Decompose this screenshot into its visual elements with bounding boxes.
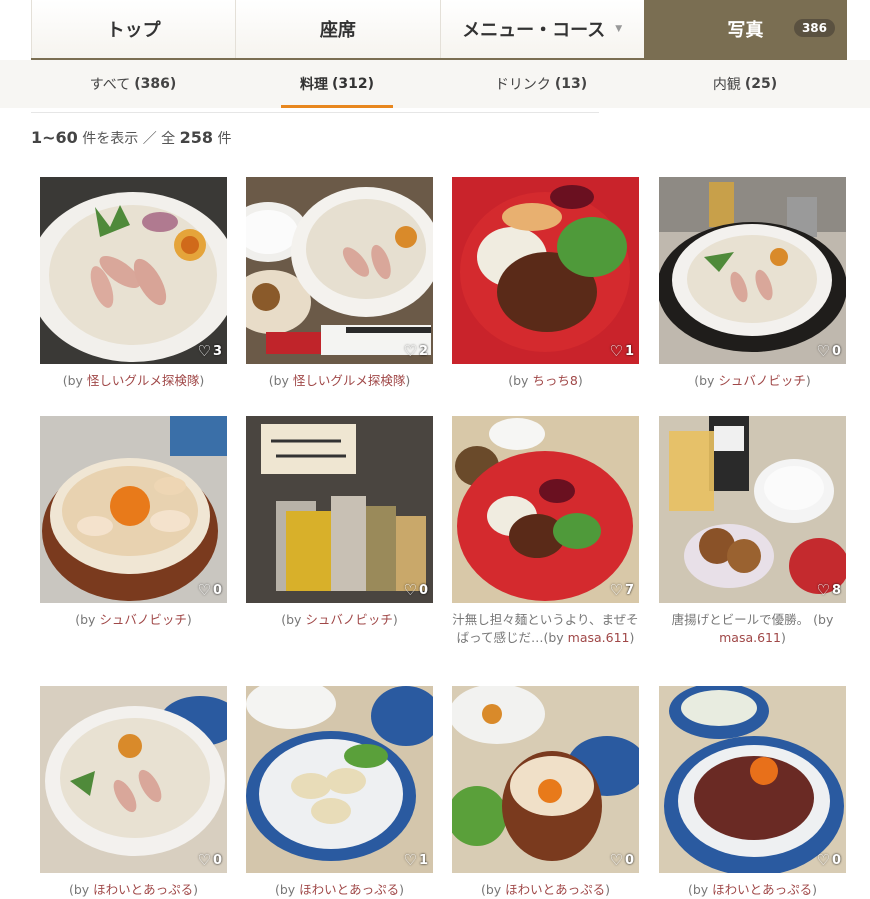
photo-caption: (by ちっち8) xyxy=(508,373,583,388)
subtab-drink[interactable]: ドリンク (13) xyxy=(439,60,643,108)
like-indicator: ♡ 0 xyxy=(197,581,223,599)
subtab-food[interactable]: 料理 (312) xyxy=(235,60,439,108)
tab-seats[interactable]: 座席 xyxy=(235,0,440,58)
photo-thumbnail[interactable]: ♡ 3 xyxy=(40,177,227,364)
author-link[interactable]: masa.611 xyxy=(719,630,781,645)
photo-caption: (by ほわいとあっぷる) xyxy=(68,882,199,897)
like-indicator: ♡ 0 xyxy=(816,342,842,360)
tab-top[interactable]: トップ xyxy=(31,0,236,58)
main-tabs: トップ 座席 メニュー・コース ▼ 写真 386 xyxy=(31,0,847,60)
chicken-rice-bowl-photo xyxy=(452,686,639,873)
mazesoba-photo xyxy=(452,416,639,603)
author-link[interactable]: ほわいとあっぷる xyxy=(299,882,399,897)
tab-menu-course[interactable]: メニュー・コース ▼ xyxy=(439,0,644,58)
photo-item: ♡ 1 (by ほわいとあっぷる) xyxy=(246,686,433,899)
photo-item: ♡ 7 汁無し担々麺というより、まぜそばって感じだ…(by masa.611) xyxy=(452,416,639,647)
like-indicator: ♡ 8 xyxy=(816,581,842,599)
photo-thumbnail[interactable]: ♡ 0 xyxy=(659,686,846,873)
heart-icon: ♡ xyxy=(403,851,417,869)
photo-caption: (by ほわいとあっぷる) xyxy=(274,882,405,897)
photo-caption: 汁無し担々麺というより、まぜそばって感じだ…(by masa.611) xyxy=(452,612,639,645)
photo-caption: (by シュバノビッチ) xyxy=(694,373,811,388)
karaage-beer-photo xyxy=(659,416,846,603)
heart-icon: ♡ xyxy=(197,581,211,599)
result-summary: 1~60 件を表示 ／ 全 258 件 xyxy=(31,128,232,147)
heart-icon: ♡ xyxy=(403,581,417,599)
author-link[interactable]: 怪しいグルメ探検隊 xyxy=(87,373,200,388)
author-link[interactable]: masa.611 xyxy=(568,630,630,645)
photo-item: ♡ 3 (by 怪しいグルメ探検隊) xyxy=(40,177,227,390)
photo-caption: (by シュバノビッチ) xyxy=(75,612,192,627)
photo-caption: (by 怪しいグルメ探検隊) xyxy=(268,373,411,388)
photo-thumbnail[interactable]: ♡ 0 xyxy=(659,177,846,364)
photo-item: ♡ 0 (by ほわいとあっぷる) xyxy=(40,686,227,899)
heart-icon: ♡ xyxy=(816,342,830,360)
like-indicator: ♡ 7 xyxy=(609,581,635,599)
photo-count-badge: 386 xyxy=(793,19,835,37)
like-indicator: ♡ 2 xyxy=(403,342,429,360)
ramen-photo xyxy=(40,177,227,364)
photo-item: ♡ 0 (by シュバノビッチ) xyxy=(659,177,846,390)
like-indicator: ♡ 1 xyxy=(609,342,635,360)
like-indicator: ♡ 3 xyxy=(197,342,223,360)
author-link[interactable]: ほわいとあっぷる xyxy=(712,882,812,897)
photo-thumbnail[interactable]: ♡ 1 xyxy=(246,686,433,873)
like-indicator: ♡ 0 xyxy=(816,851,842,869)
photo-thumbnail[interactable]: ♡ 7 xyxy=(452,416,639,603)
photo-item: ♡ 0 (by ほわいとあっぷる) xyxy=(659,686,846,899)
photo-thumbnail[interactable]: ♡ 0 xyxy=(452,686,639,873)
caret-down-icon: ▼ xyxy=(615,24,623,34)
heart-icon: ♡ xyxy=(609,851,623,869)
gyoza-photo xyxy=(246,686,433,873)
photo-thumbnail[interactable]: ♡ 1 xyxy=(452,177,639,364)
photo-item: ♡ 8 唐揚げとビールで優勝。 (by masa.611) xyxy=(659,416,846,647)
tab-photos[interactable]: 写真 386 xyxy=(643,0,847,58)
ramen-counter-photo xyxy=(659,177,846,364)
photo-thumbnail[interactable]: ♡ 0 xyxy=(40,416,227,603)
like-indicator: ♡ 0 xyxy=(197,851,223,869)
photo-item: ♡ 0 (by シュバノビッチ) xyxy=(246,416,433,629)
ramen-photo-2 xyxy=(40,686,227,873)
photo-caption: (by シュバノビッチ) xyxy=(281,612,398,627)
photo-caption: (by ほわいとあっぷる) xyxy=(480,882,611,897)
like-indicator: ♡ 0 xyxy=(609,851,635,869)
heart-icon: ♡ xyxy=(609,581,623,599)
divider xyxy=(31,112,599,113)
heart-icon: ♡ xyxy=(197,342,211,360)
ramen-set-photo xyxy=(246,177,433,364)
heart-icon: ♡ xyxy=(816,581,830,599)
author-link[interactable]: シュバノビッチ xyxy=(305,612,393,627)
photo-item: ♡ 0 (by シュバノビッチ) xyxy=(40,416,227,629)
photo-caption: (by ほわいとあっぷる) xyxy=(687,882,818,897)
photo-category-tabs: すべて (386) 料理 (312) ドリンク (13) 内観 (25) xyxy=(31,60,847,108)
author-link[interactable]: シュバノビッチ xyxy=(99,612,187,627)
beef-bowl-photo xyxy=(659,686,846,873)
rice-bowl-photo xyxy=(40,416,227,603)
photo-item: ♡ 0 (by ほわいとあっぷる) xyxy=(452,686,639,899)
author-link[interactable]: 怪しいグルメ探検隊 xyxy=(293,373,406,388)
tantanmen-photo xyxy=(452,177,639,364)
photo-thumbnail[interactable]: ♡ 2 xyxy=(246,177,433,364)
photo-caption: 唐揚げとビールで優勝。 (by masa.611) xyxy=(671,612,834,645)
like-indicator: ♡ 0 xyxy=(403,581,429,599)
heart-icon: ♡ xyxy=(609,342,623,360)
heart-icon: ♡ xyxy=(197,851,211,869)
photo-caption: (by 怪しいグルメ探検隊) xyxy=(62,373,205,388)
subtab-interior[interactable]: 内観 (25) xyxy=(643,60,847,108)
author-link[interactable]: ほわいとあっぷる xyxy=(505,882,605,897)
photo-item: ♡ 2 (by 怪しいグルメ探検隊) xyxy=(246,177,433,390)
condiments-photo xyxy=(246,416,433,603)
author-link[interactable]: ちっち8 xyxy=(532,373,577,388)
author-link[interactable]: ほわいとあっぷる xyxy=(93,882,193,897)
photo-thumbnail[interactable]: ♡ 0 xyxy=(40,686,227,873)
photo-thumbnail[interactable]: ♡ 0 xyxy=(246,416,433,603)
photo-thumbnail[interactable]: ♡ 8 xyxy=(659,416,846,603)
heart-icon: ♡ xyxy=(816,851,830,869)
author-link[interactable]: シュバノビッチ xyxy=(718,373,806,388)
photo-item: ♡ 1 (by ちっち8) xyxy=(452,177,639,390)
heart-icon: ♡ xyxy=(403,342,417,360)
like-indicator: ♡ 1 xyxy=(403,851,429,869)
subtab-all[interactable]: すべて (386) xyxy=(31,60,235,108)
